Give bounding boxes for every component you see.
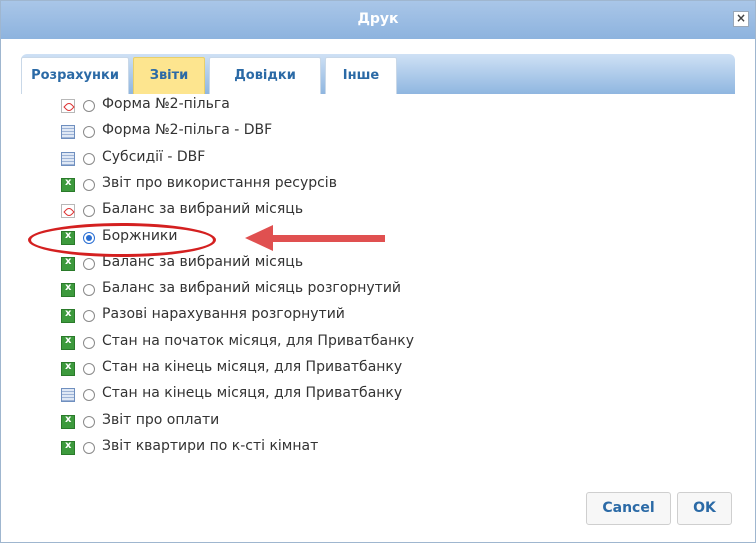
dialog-title: Друк <box>357 11 399 27</box>
tab-dovidky[interactable]: Довідки <box>209 57 321 94</box>
report-label: Форма №2-пільга <box>102 96 230 112</box>
dbf-table-icon <box>61 388 75 403</box>
report-label: Звіт квартири по к-сті кімнат <box>102 437 319 454</box>
report-label: Звіт про оплати <box>102 411 220 428</box>
excel-icon <box>61 177 75 192</box>
print-dialog: Друк × Розрахунки Звіти Довідки Інше Фор… <box>0 0 756 543</box>
report-radio[interactable] <box>83 126 95 139</box>
tab-zvity[interactable]: Звіти <box>133 57 205 94</box>
report-option[interactable]: Форма №2-пільга - DBF <box>61 121 481 143</box>
excel-icon <box>61 440 75 455</box>
report-radio[interactable] <box>83 441 95 454</box>
highlight-ellipse <box>28 223 216 257</box>
report-option[interactable]: Звіт про використання ресурсів <box>61 174 481 196</box>
ok-button[interactable]: OK <box>677 492 732 525</box>
report-label: Баланс за вибраний місяць розгорнутий <box>102 280 402 297</box>
report-radio[interactable] <box>83 389 95 402</box>
arrow-shaft <box>271 235 385 242</box>
report-label: Стан на кінець місяця, для Приватбанку <box>102 385 403 402</box>
report-label: Звіт про використання ресурсів <box>102 174 337 191</box>
report-label: Баланс за вибраний місяць <box>102 201 304 218</box>
report-option[interactable]: Стан на кінець місяця, для Приватбанку <box>61 384 481 406</box>
excel-icon <box>61 361 75 376</box>
report-radio[interactable] <box>83 257 95 270</box>
report-option[interactable]: Звіт квартири по к-сті кімнат <box>61 437 481 459</box>
report-radio[interactable] <box>83 310 95 323</box>
excel-icon <box>61 308 75 324</box>
excel-icon <box>61 282 75 298</box>
report-option[interactable]: Субсидії - DBF <box>61 148 481 170</box>
tab-inshe[interactable]: Інше <box>325 57 397 94</box>
report-label: Субсидії - DBF <box>102 148 206 165</box>
arrow-icon <box>245 225 273 251</box>
pdf-icon <box>61 204 75 219</box>
report-option[interactable]: Разові нарахування розгорнутий <box>61 305 481 327</box>
report-radio[interactable] <box>83 205 95 218</box>
excel-icon <box>61 335 75 350</box>
dialog-titlebar[interactable]: Друк × <box>1 1 755 39</box>
report-radio[interactable] <box>83 415 95 428</box>
report-option[interactable]: Баланс за вибраний місяць розгорнутий <box>61 279 481 301</box>
report-option[interactable]: Стан на початок місяця, для Приватбанку <box>61 332 481 354</box>
dbf-table-icon <box>61 125 75 140</box>
report-option[interactable]: Звіт про оплати <box>61 411 481 433</box>
tab-bar: Розрахунки Звіти Довідки Інше <box>21 54 735 94</box>
report-label: Разові нарахування розгорнутий <box>102 306 345 323</box>
report-option[interactable]: Баланс за вибраний місяць <box>61 200 481 222</box>
report-radio[interactable] <box>83 363 95 375</box>
excel-icon <box>61 414 75 429</box>
cancel-button[interactable]: Cancel <box>586 492 671 525</box>
dbf-table-icon <box>61 151 75 166</box>
report-label: Стан на початок місяця, для Приватбанку <box>102 332 415 349</box>
report-option[interactable]: Стан на кінець місяця, для Приватбанку <box>61 358 481 380</box>
close-icon[interactable]: × <box>733 11 749 27</box>
pdf-icon <box>61 99 75 113</box>
report-radio[interactable] <box>83 178 95 191</box>
report-option[interactable]: Форма №2-пільга <box>61 95 481 117</box>
excel-icon <box>61 256 75 271</box>
report-radio[interactable] <box>83 336 95 349</box>
report-radio[interactable] <box>83 152 95 165</box>
tab-rozrakhunky[interactable]: Розрахунки <box>21 57 129 94</box>
report-radio[interactable] <box>83 284 95 297</box>
report-label: Стан на кінець місяця, для Приватбанку <box>102 359 403 375</box>
report-radio[interactable] <box>83 100 95 112</box>
report-label: Форма №2-пільга - DBF <box>102 122 273 139</box>
